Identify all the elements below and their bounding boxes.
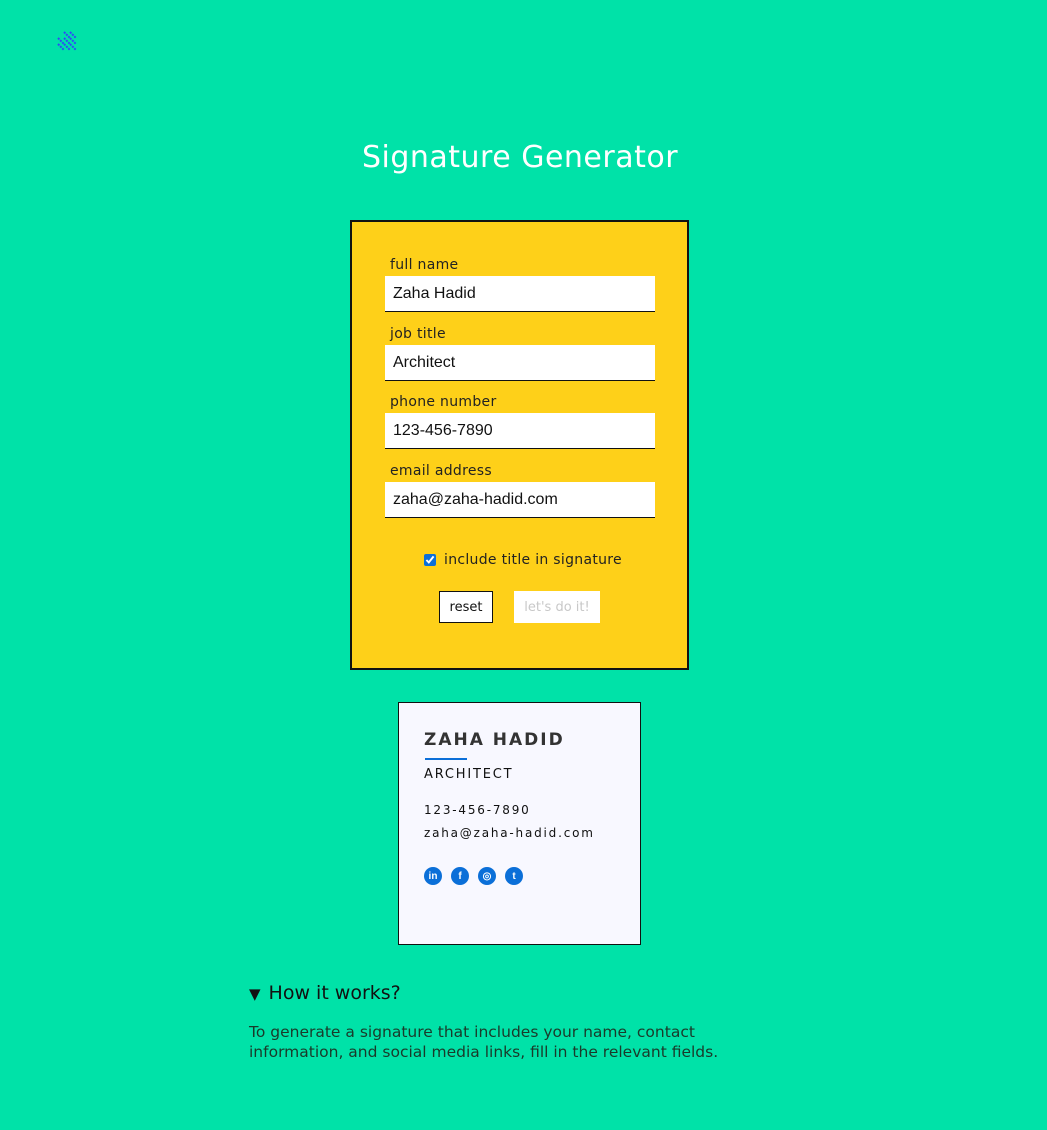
include-title-option[interactable]: include title in signature — [424, 552, 622, 568]
signature-phone: 123-456-7890 — [424, 803, 531, 817]
signature-email: zaha@zaha-hadid.com — [424, 826, 595, 840]
generate-button[interactable]: let's do it! — [514, 591, 600, 623]
email-address-label: email address — [390, 463, 492, 479]
twitter-icon[interactable]: t — [505, 867, 523, 885]
instagram-icon[interactable]: ◎ — [478, 867, 496, 885]
how-it-works-text: To generate a signature that includes yo… — [249, 1023, 719, 1061]
include-title-checkbox[interactable] — [424, 554, 436, 566]
job-title-input[interactable] — [385, 345, 655, 381]
signature-preview: ZAHA HADID ARCHITECT 123-456-7890 zaha@z… — [398, 702, 641, 945]
facebook-icon[interactable]: f — [451, 867, 469, 885]
how-it-works-summary: How it works? — [268, 982, 401, 1004]
full-name-input[interactable] — [385, 276, 655, 312]
job-title-field: job title — [385, 325, 655, 381]
linkedin-icon[interactable]: in — [424, 867, 442, 885]
job-title-label: job title — [390, 326, 446, 342]
social-links: in f ◎ t — [424, 867, 523, 885]
how-it-works-toggle[interactable]: ▼ How it works? — [249, 982, 401, 1004]
signature-divider — [425, 758, 467, 760]
phone-number-input[interactable] — [385, 413, 655, 449]
email-address-input[interactable] — [385, 482, 655, 518]
include-title-label: include title in signature — [444, 552, 622, 568]
phone-number-label: phone number — [390, 394, 497, 410]
email-address-field: email address — [385, 462, 655, 518]
phone-number-field: phone number — [385, 393, 655, 449]
triangle-down-icon: ▼ — [249, 985, 261, 1003]
full-name-label: full name — [390, 257, 459, 273]
signature-title: ARCHITECT — [424, 767, 514, 782]
signature-name: ZAHA HADID — [424, 730, 565, 750]
logo-icon[interactable] — [56, 30, 80, 52]
page-title: Signature Generator — [361, 140, 679, 175]
full-name-field: full name — [385, 256, 655, 312]
signature-form: full name job title phone number email a… — [350, 220, 689, 670]
reset-button[interactable]: reset — [439, 591, 493, 623]
